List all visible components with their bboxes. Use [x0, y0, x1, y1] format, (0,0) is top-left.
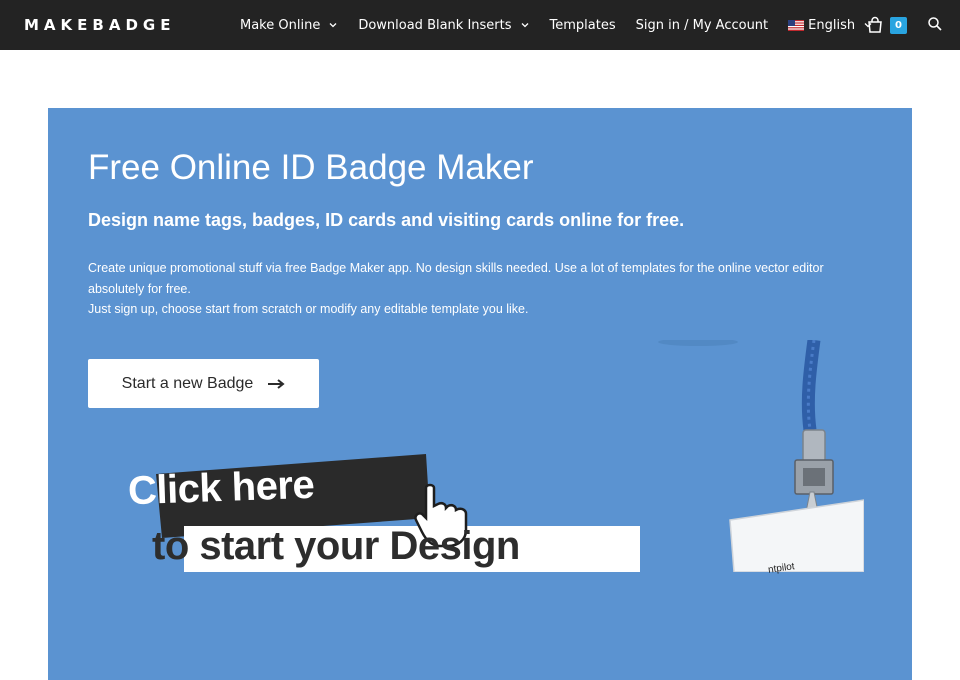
- arrow-right-icon: [268, 378, 285, 389]
- promo-start-design-text: to start your Design: [152, 524, 520, 568]
- search-icon[interactable]: [927, 16, 943, 32]
- site-logo[interactable]: MAKEBADGE: [24, 0, 175, 50]
- hero-description-line: Create unique promotional stuff via free…: [88, 261, 824, 296]
- top-navigation-bar: MAKEBADGE Make Online Download Blank Ins…: [0, 0, 960, 50]
- nav-item-label: English: [808, 17, 856, 33]
- nav-item-label: Download Blank Inserts: [358, 17, 512, 33]
- nav-item-label: Sign in / My Account: [635, 17, 769, 33]
- start-new-badge-label: Start a new Badge: [121, 374, 254, 392]
- us-flag-icon: [788, 19, 805, 31]
- chevron-down-icon: [521, 23, 528, 28]
- nav-item-make-online[interactable]: Make Online: [230, 0, 348, 50]
- hero-subtitle: Design name tags, badges, ID cards and v…: [88, 210, 685, 230]
- start-new-badge-button[interactable]: Start a new Badge: [88, 359, 319, 408]
- chevron-down-icon: [329, 23, 337, 28]
- cart-button[interactable]: 0: [866, 13, 912, 37]
- promo-click-here-text: Click here: [127, 462, 315, 514]
- hero-description-line: Just sign up, choose start from scratch …: [88, 302, 529, 316]
- nav-item-download-blank-inserts[interactable]: Download Blank Inserts: [348, 0, 539, 50]
- shopping-bag-icon: [868, 16, 882, 33]
- hero-title: Free Online ID Badge Maker: [88, 148, 534, 187]
- nav-item-label: Make Online: [240, 17, 321, 33]
- nav-item-sign-in[interactable]: Sign in / My Account: [626, 0, 779, 50]
- nav-item-label: Templates: [549, 17, 616, 33]
- cart-count-badge: 0: [890, 16, 907, 34]
- main-nav: Make Online Download Blank Inserts Templ…: [230, 0, 883, 50]
- hero-description: Create unique promotional stuff via free…: [88, 258, 878, 320]
- lanyard-badge-illustration: [658, 340, 864, 572]
- nav-item-templates[interactable]: Templates: [540, 0, 626, 50]
